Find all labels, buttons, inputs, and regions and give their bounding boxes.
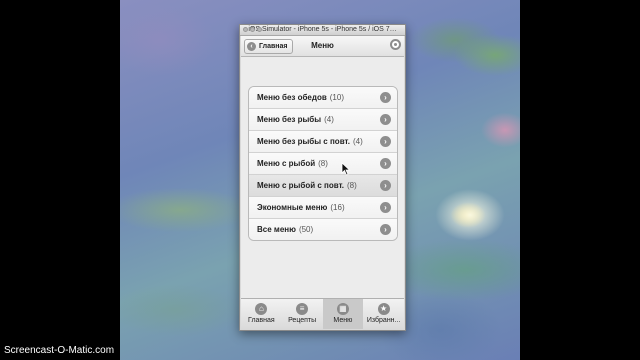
menu-item-count: (4) bbox=[352, 137, 363, 146]
chevron-right-icon[interactable]: › bbox=[380, 224, 391, 235]
menu-list: Меню без обедов (10) › Меню без рыбы (4)… bbox=[248, 86, 398, 241]
menu-item-count: (8) bbox=[318, 159, 328, 168]
window-title: iOS Simulator - iPhone 5s - iPhone 5s / … bbox=[248, 26, 397, 33]
minimize-window-dot[interactable] bbox=[250, 27, 255, 32]
list-icon: ≡ bbox=[296, 303, 309, 315]
tab-label: Рецепты bbox=[288, 317, 317, 324]
menu-item-with-fish[interactable]: Меню с рыбой (8) › bbox=[249, 153, 397, 175]
menu-item-count: (8) bbox=[347, 181, 357, 190]
tab-menu[interactable]: ▦ Меню bbox=[322, 299, 364, 329]
menu-item-all[interactable]: Все меню (50) › bbox=[249, 219, 397, 240]
chevron-right-icon[interactable]: › bbox=[380, 158, 391, 169]
menu-item-economy[interactable]: Экономные меню (16) › bbox=[249, 197, 397, 219]
menu-item-count: (16) bbox=[330, 203, 345, 212]
menu-item-count: (4) bbox=[324, 115, 334, 124]
menu-item-count: (10) bbox=[329, 93, 344, 102]
zoom-window-dot[interactable] bbox=[257, 27, 262, 32]
menu-item-count: (50) bbox=[298, 225, 314, 234]
home-icon: ⌂ bbox=[255, 303, 268, 315]
tab-bar: ⌂ Главная ≡ Рецепты ▦ Меню ★ Избранн... bbox=[241, 298, 404, 329]
navigation-bar: ‹ Главная Меню bbox=[241, 36, 404, 57]
window-title-bar[interactable]: iOS Simulator - iPhone 5s - iPhone 5s / … bbox=[240, 25, 405, 36]
tab-recipes[interactable]: ≡ Рецепты bbox=[282, 299, 323, 329]
chevron-right-icon[interactable]: › bbox=[380, 92, 391, 103]
menu-item-no-fish-repeat[interactable]: Меню без рыбы с повт. (4) › bbox=[249, 131, 397, 153]
chevron-right-icon[interactable]: › bbox=[380, 136, 391, 147]
menu-item-label: Меню без рыбы bbox=[257, 115, 322, 124]
menu-item-label: Меню с рыбой с повт. bbox=[257, 181, 344, 190]
simulator-window: iOS Simulator - iPhone 5s - iPhone 5s / … bbox=[239, 24, 406, 331]
phone-screen: ‹ Главная Меню Меню без обедов (10) › Ме… bbox=[241, 36, 404, 329]
star-icon: ★ bbox=[377, 303, 390, 315]
tab-favorites[interactable]: ★ Избранн... bbox=[363, 299, 404, 329]
menu-item-no-lunch[interactable]: Меню без обедов (10) › bbox=[249, 87, 397, 109]
mouse-pointer-icon bbox=[341, 162, 351, 176]
menu-item-label: Меню без обедов bbox=[257, 93, 327, 102]
chevron-right-icon[interactable]: › bbox=[380, 114, 391, 125]
menu-item-label: Меню с рыбой bbox=[257, 159, 316, 168]
menu-item-label: Меню без рыбы с повт. bbox=[257, 137, 350, 146]
screencast-caption: Screencast-O-Matic.com bbox=[4, 345, 115, 356]
tab-home[interactable]: ⌂ Главная bbox=[241, 299, 282, 329]
menu-item-label: Все меню bbox=[257, 225, 296, 234]
chevron-right-icon[interactable]: › bbox=[380, 202, 391, 213]
tab-label: Избранн... bbox=[366, 317, 401, 324]
settings-icon[interactable] bbox=[390, 39, 401, 50]
close-window-dot[interactable] bbox=[243, 27, 248, 32]
menu-item-label: Экономные меню bbox=[257, 203, 328, 212]
chevron-right-icon[interactable]: › bbox=[380, 180, 391, 191]
page-title: Меню bbox=[311, 41, 334, 50]
menu-item-with-fish-repeat[interactable]: Меню с рыбой с повт. (8) › bbox=[249, 175, 397, 197]
tab-label: Меню bbox=[333, 317, 353, 324]
tab-label: Главная bbox=[248, 317, 275, 324]
window-controls[interactable] bbox=[243, 27, 262, 32]
grid-icon: ▦ bbox=[336, 303, 349, 315]
menu-item-no-fish[interactable]: Меню без рыбы (4) › bbox=[249, 109, 397, 131]
